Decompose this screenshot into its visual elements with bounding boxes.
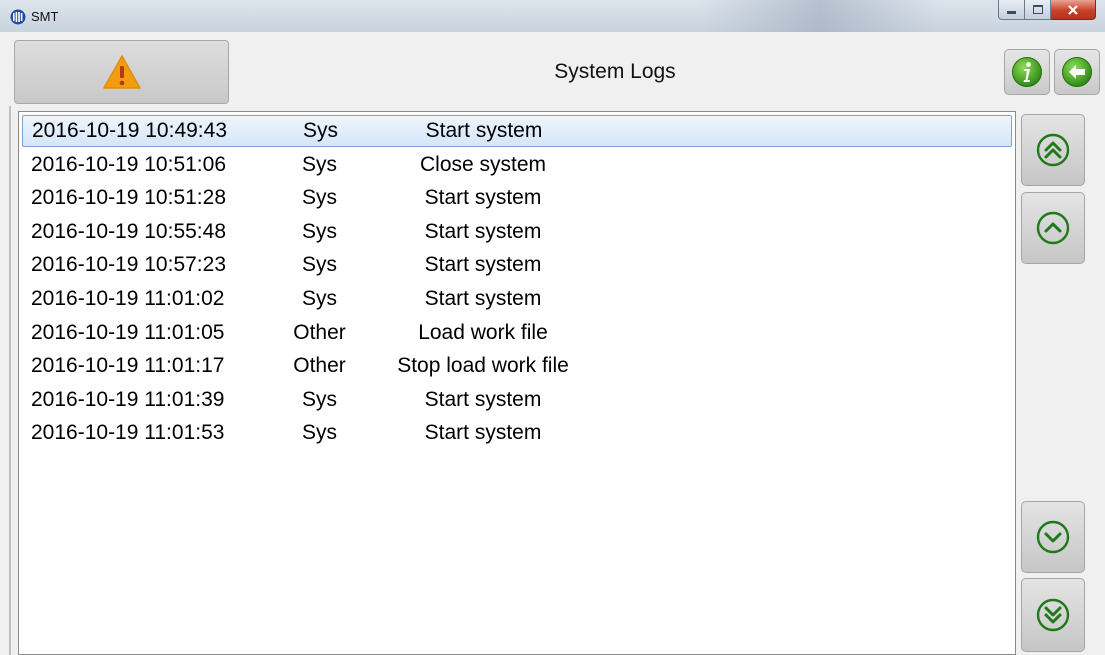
title-bar-highlight [700,0,940,32]
log-message: Start system [424,186,542,210]
log-message: Start system [424,387,542,411]
log-message: Close system [419,152,547,176]
log-row[interactable]: 2016-10-19 11:01:02 Sys Start system [22,283,1012,315]
log-message: Start system [424,287,542,310]
log-time: 2016-10-19 10:49:43 [32,119,227,142]
chevron-up-icon [1036,211,1070,245]
title-bar: SMT [0,0,1105,32]
info-button[interactable] [1004,49,1050,95]
log-message: Start system [424,253,542,277]
log-row[interactable]: 2016-10-19 10:57:23 Sys Start system [22,249,1012,281]
log-row[interactable]: 2016-10-19 11:01:39 Sys Start system [22,384,1012,416]
log-time: 2016-10-19 11:01:53 [31,421,225,445]
log-row[interactable]: 2016-10-19 10:51:06 Sys Close system [22,149,1012,181]
double-chevron-up-icon [1036,133,1070,167]
log-row[interactable]: 2016-10-19 11:01:53 Sys Start system [22,417,1012,449]
double-chevron-down-icon [1036,598,1070,632]
back-button[interactable] [1054,49,1100,95]
minimize-button[interactable] [998,0,1025,20]
warning-icon [102,55,141,89]
chevron-down-icon [1036,520,1070,554]
window-title: SMT [31,9,59,24]
log-time: 2016-10-19 11:01:05 [31,320,225,344]
left-border [9,106,11,655]
log-row[interactable]: 2016-10-19 10:51:28 Sys Start system [22,182,1012,214]
log-time: 2016-10-19 11:01:02 [31,287,225,310]
log-message: Stop load work file [397,354,569,378]
log-row[interactable]: 2016-10-19 11:01:05 Other Load work file [22,317,1012,349]
log-type: Sys [301,421,337,445]
back-arrow-icon [1062,57,1092,87]
log-row[interactable]: 2016-10-19 10:49:43 Sys Start system [22,115,1012,147]
log-message: Start system [424,421,542,445]
log-message: Start system [424,219,542,243]
log-type: Sys [301,219,337,243]
log-time: 2016-10-19 11:01:39 [31,387,225,411]
log-type: Sys [301,387,337,411]
minimize-icon [1007,11,1016,14]
log-message: Start system [425,119,543,142]
window-controls [998,0,1096,20]
log-row[interactable]: 2016-10-19 10:55:48 Sys Start system [22,216,1012,248]
scroll-up-button[interactable] [1021,192,1085,264]
log-time: 2016-10-19 10:55:48 [31,219,226,243]
log-type: Sys [301,152,337,176]
log-type: Other [293,320,346,344]
log-type: Sys [302,119,338,142]
warning-button[interactable] [14,40,229,104]
scroll-first-button[interactable] [1021,114,1085,186]
log-type: Sys [301,253,337,277]
log-message: Load work file [418,320,548,344]
page-title: System Logs [554,60,676,83]
maximize-icon [1032,5,1043,14]
log-time: 2016-10-19 11:01:17 [31,354,225,378]
log-time: 2016-10-19 10:57:23 [31,253,226,277]
log-time: 2016-10-19 10:51:28 [31,186,226,210]
close-icon [1068,4,1078,15]
info-icon [1012,57,1042,87]
app-logo-icon [10,9,26,25]
maximize-button[interactable] [1025,0,1051,20]
log-list[interactable]: 2016-10-19 10:49:43 Sys Start system 2016-1… [18,111,1016,655]
log-type: Other [293,354,346,378]
log-type: Sys [301,186,337,210]
log-row[interactable]: 2016-10-19 11:01:17 Other Stop load work f… [22,350,1012,382]
close-button[interactable] [1051,0,1096,20]
scroll-down-button[interactable] [1021,501,1085,573]
scroll-last-button[interactable] [1021,578,1085,652]
log-time: 2016-10-19 10:51:06 [31,152,226,176]
log-type: Sys [301,287,337,310]
